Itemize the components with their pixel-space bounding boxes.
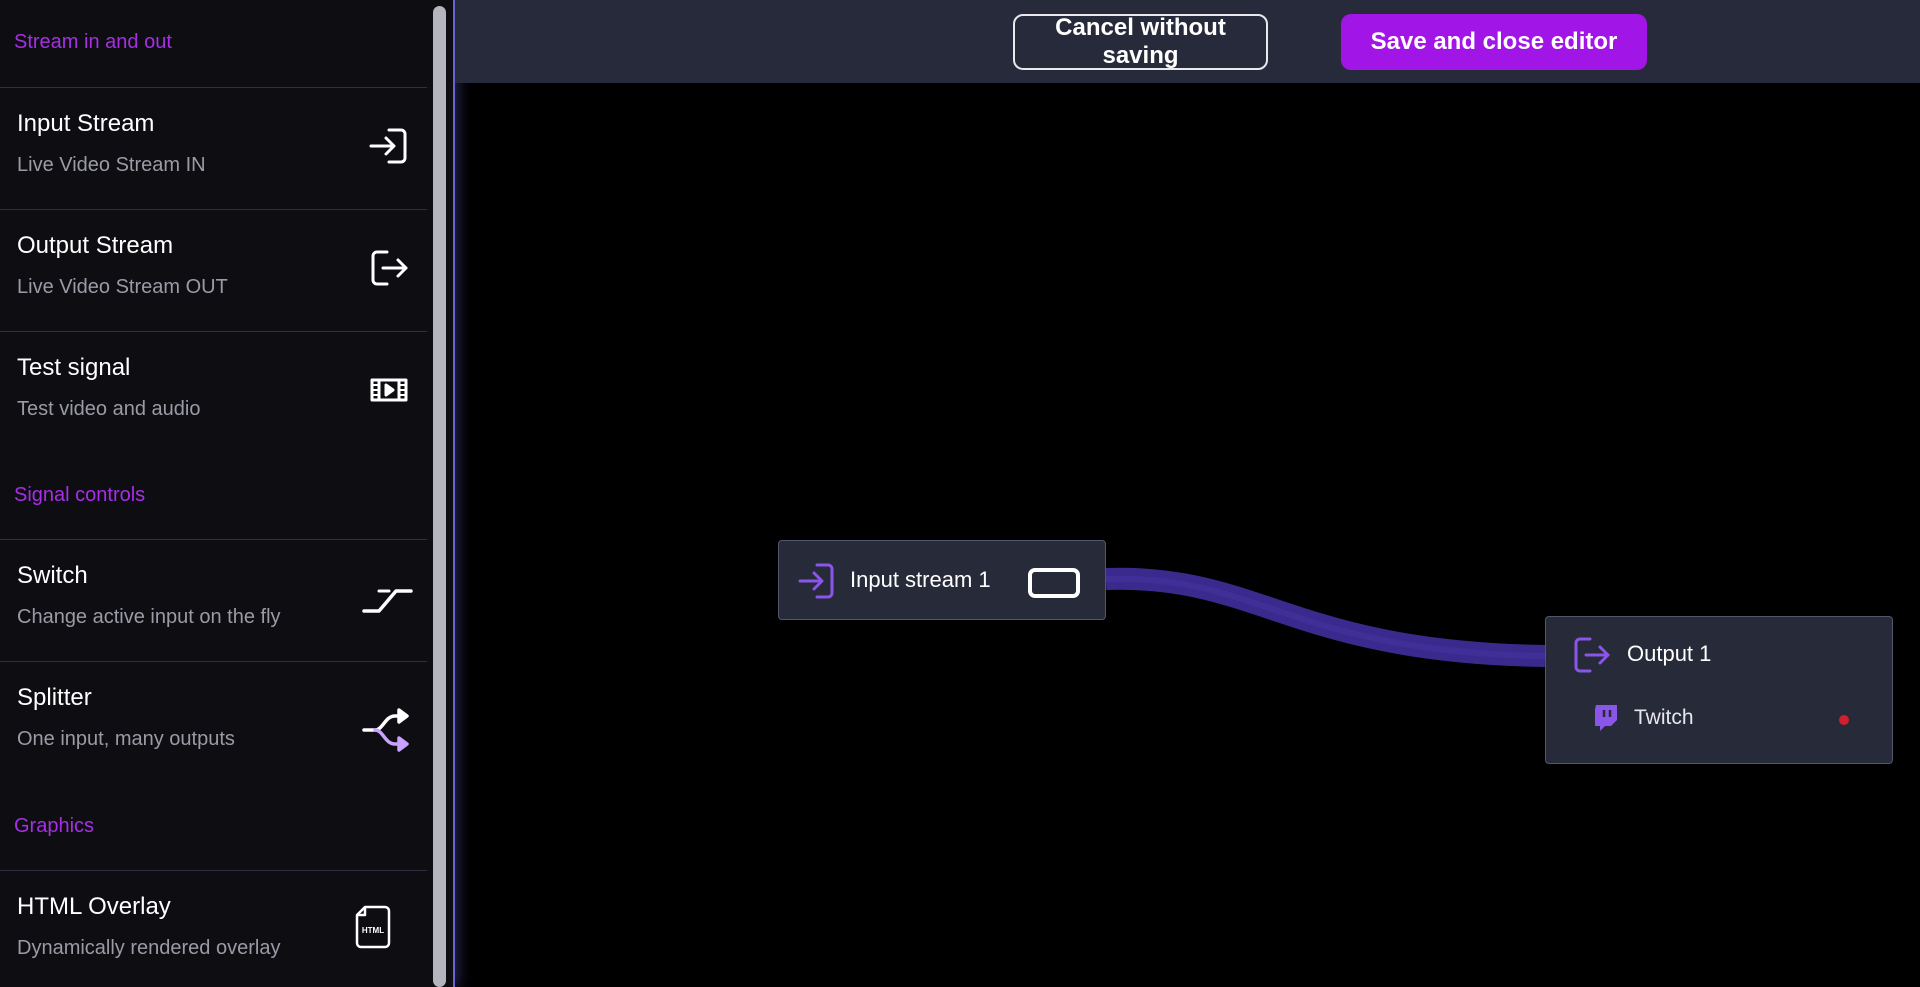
palette-item-html-overlay[interactable]: HTML Overlay Dynamically rendered overla… bbox=[0, 871, 427, 987]
item-title: Splitter bbox=[17, 684, 92, 711]
item-subtitle: Live Video Stream IN bbox=[17, 154, 206, 176]
item-title: Switch bbox=[17, 562, 88, 589]
login-icon bbox=[367, 124, 411, 168]
item-subtitle: Test video and audio bbox=[17, 398, 201, 420]
login-icon bbox=[797, 561, 837, 601]
film-icon bbox=[367, 368, 411, 412]
item-title: Test signal bbox=[17, 354, 131, 381]
html-file-icon-text: HTML bbox=[362, 926, 384, 935]
destination-label: Twitch bbox=[1634, 706, 1694, 729]
output-port[interactable] bbox=[1028, 568, 1080, 598]
palette-item-output-stream[interactable]: Output Stream Live Video Stream OUT bbox=[0, 210, 427, 330]
save-and-close-button[interactable]: Save and close editor bbox=[1341, 14, 1647, 70]
output-node[interactable]: Output 1 Twitch bbox=[1545, 616, 1893, 764]
item-subtitle: Change active input on the fly bbox=[17, 606, 281, 628]
section-title-signal-controls: Signal controls bbox=[14, 484, 146, 506]
item-subtitle: Live Video Stream OUT bbox=[17, 276, 228, 298]
logout-icon bbox=[1572, 635, 1612, 675]
item-title: HTML Overlay bbox=[17, 893, 171, 920]
item-title: Input Stream bbox=[17, 110, 155, 137]
flow-canvas[interactable] bbox=[455, 83, 1920, 987]
cancel-without-saving-button[interactable]: Cancel without saving bbox=[1013, 14, 1268, 70]
split-arrows-icon bbox=[361, 708, 413, 752]
switch-icon bbox=[361, 576, 413, 620]
node-palette-sidebar[interactable]: Stream in and out Input Stream Live Vide… bbox=[0, 0, 455, 987]
palette-item-test-signal[interactable]: Test signal Test video and audio bbox=[0, 332, 427, 452]
sidebar-scrollbar[interactable] bbox=[433, 6, 446, 987]
status-indicator bbox=[1839, 715, 1849, 725]
item-subtitle: One input, many outputs bbox=[17, 728, 235, 750]
item-subtitle: Dynamically rendered overlay bbox=[17, 937, 281, 959]
section-title-graphics: Graphics bbox=[14, 815, 95, 837]
palette-item-switch[interactable]: Switch Change active input on the fly bbox=[0, 540, 427, 660]
node-label: Input stream 1 bbox=[850, 567, 991, 592]
input-stream-node[interactable]: Input stream 1 bbox=[778, 540, 1106, 620]
editor-toolbar: Cancel without saving Save and close edi… bbox=[455, 0, 1920, 83]
item-title: Output Stream bbox=[17, 232, 174, 259]
logout-icon bbox=[367, 246, 411, 290]
flow-editor: Stream in and out Input Stream Live Vide… bbox=[0, 0, 1920, 987]
html-file-icon: HTML bbox=[353, 905, 397, 949]
twitch-icon bbox=[1593, 705, 1617, 731]
palette-item-splitter[interactable]: Splitter One input, many outputs bbox=[0, 662, 427, 782]
node-label: Output 1 bbox=[1627, 641, 1712, 666]
section-title-stream: Stream in and out bbox=[14, 31, 172, 53]
palette-item-input-stream[interactable]: Input Stream Live Video Stream IN bbox=[0, 88, 427, 208]
